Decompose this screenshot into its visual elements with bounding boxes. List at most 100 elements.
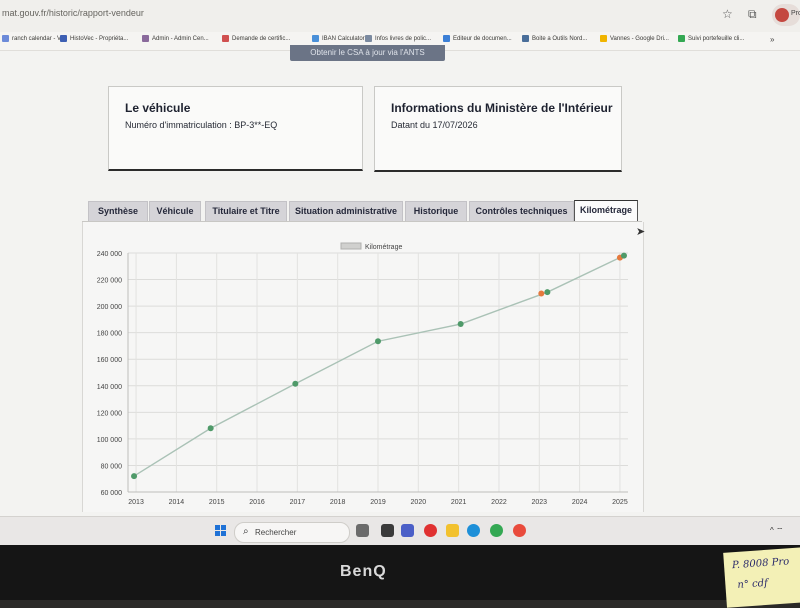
mouse-cursor-icon: ➤ (636, 226, 646, 238)
y-tick-label: 200 000 (97, 304, 122, 311)
legend-label: Kilométrage (365, 244, 402, 251)
chrome-alt-icon[interactable] (513, 524, 526, 537)
bookmark-item[interactable]: IBAN Calculator (312, 35, 365, 42)
ministry-card: Informations du Ministère de l'Intérieur… (374, 86, 622, 172)
bookmark-favicon-icon (443, 35, 450, 42)
ministry-date: Datant du 17/07/2026 (391, 120, 478, 130)
taskbar: ⌕ Rechercher ^ ⌔ (0, 516, 800, 545)
bookmark-label: Suivi portefeuille cli... (688, 35, 745, 42)
bookmark-favicon-icon (365, 35, 372, 42)
bookmark-label: Demande de certific... (232, 35, 291, 42)
bookmark-favicon-icon (312, 35, 319, 42)
mileage-chart-panel: 60 000 80 000 100 000 120 000 140 000 160 000… (82, 222, 644, 512)
x-tick-label: 2022 (491, 499, 507, 506)
x-tick-label: 2019 (370, 499, 386, 506)
system-tray-icon[interactable]: ^ ⌔ (770, 526, 784, 536)
bookmark-item[interactable]: Boite a Outils Nord... (522, 35, 587, 42)
bookmark-item[interactable]: Suivi portefeuille cli... (678, 35, 744, 42)
vehicle-card-title: Le véhicule (125, 101, 191, 115)
opera-icon[interactable] (424, 524, 437, 537)
bookmark-favicon-icon (678, 35, 685, 42)
page-content: Obtenir le CSA à jour via l'ANTS Le véhi… (0, 45, 800, 516)
x-tick-label: 2018 (330, 499, 346, 506)
file-explorer-icon[interactable] (446, 524, 459, 537)
mileage-series-line (133, 255, 625, 477)
y-tick-label: 120 000 (97, 410, 122, 417)
teams-icon[interactable] (401, 524, 414, 537)
mileage-data-point (457, 321, 464, 328)
x-tick-label: 2021 (451, 499, 467, 506)
x-tick-label: 2013 (128, 499, 144, 506)
bookmark-favicon-icon (60, 35, 67, 42)
task-view-icon[interactable] (356, 524, 369, 537)
y-tick-label: 220 000 (97, 278, 122, 285)
bookmark-label: IBAN Calculator (322, 35, 365, 42)
y-tick-label: 180 000 (97, 331, 122, 338)
x-tick-label: 2024 (572, 499, 588, 506)
bookmark-favicon-icon (2, 35, 9, 42)
bookmark-label: HistoVec - Propriéta... (70, 35, 129, 42)
screen: mat.gouv.fr/historic/rapport-vendeur ☆ ⧉… (0, 0, 800, 545)
sticky-note: P. 8008 Pro n° cdf (723, 547, 800, 608)
x-tick-label: 2023 (532, 499, 548, 506)
bookmark-item[interactable]: ranch calendar - V... (2, 35, 65, 42)
extensions-icon[interactable]: ⧉ (748, 7, 757, 22)
bookmark-item[interactable]: Admin - Admin Cen... (142, 35, 209, 42)
bookmark-favicon-icon (522, 35, 529, 42)
browser-address-bar[interactable]: mat.gouv.fr/historic/rapport-vendeur ☆ ⧉… (0, 0, 800, 33)
bookmark-item[interactable]: Vannes - Google Dri... (600, 35, 669, 42)
bookmark-label: ranch calendar - V... (12, 35, 66, 42)
note-line-2: n° cdf (737, 577, 769, 591)
y-tick-label: 240 000 (97, 251, 122, 258)
taskbar-search[interactable]: ⌕ Rechercher (234, 522, 350, 543)
mileage-data-point (131, 473, 138, 480)
vehicle-card: Le véhicule Numéro d'immatriculation : B… (108, 86, 363, 171)
tab-6[interactable]: Kilométrage (574, 200, 638, 222)
y-tick-label: 140 000 (97, 384, 122, 391)
x-tick-label: 2014 (169, 499, 185, 506)
bookmark-item[interactable]: Demande de certific... (222, 35, 290, 42)
start-icon-tile (215, 525, 220, 530)
tab-0[interactable]: Synthèse (88, 201, 148, 221)
taskbar-search-placeholder: Rechercher (255, 528, 297, 537)
search-icon: ⌕ (243, 526, 249, 537)
tab-4[interactable]: Historique (405, 201, 467, 221)
legend-swatch (340, 242, 362, 250)
url-text[interactable]: mat.gouv.fr/historic/rapport-vendeur (2, 8, 144, 18)
windows-start-button[interactable] (215, 525, 227, 537)
profile-avatar[interactable]: Pro (772, 4, 800, 26)
x-tick-label: 2015 (209, 499, 225, 506)
start-icon-tile (215, 531, 220, 536)
csa-button[interactable]: Obtenir le CSA à jour via l'ANTS (290, 45, 445, 61)
mileage-data-point (620, 252, 627, 259)
bookmark-label: Infos livres de polic... (375, 35, 432, 42)
x-tick-label: 2017 (290, 499, 306, 506)
y-tick-label: 60 000 (101, 490, 123, 497)
y-tick-label: 100 000 (97, 437, 122, 444)
y-tick-label: 80 000 (101, 463, 123, 470)
tab-5[interactable]: Contrôles techniques (469, 201, 574, 221)
bookmark-label: Admin - Admin Cen... (152, 35, 209, 42)
bookmark-label: Boite a Outils Nord... (532, 35, 588, 42)
start-icon-tile (221, 531, 226, 536)
monitor-bezel (0, 545, 800, 600)
profile-label: Pro (791, 10, 800, 17)
edge-icon[interactable] (467, 524, 480, 537)
tab-2[interactable]: Titulaire et Titre (205, 201, 287, 221)
avatar-icon (775, 8, 789, 22)
bookmarks-overflow-icon[interactable]: » (770, 35, 774, 44)
widgets-icon[interactable] (381, 524, 394, 537)
tab-3[interactable]: Situation administrative (289, 201, 403, 221)
chrome-icon[interactable] (490, 524, 503, 537)
mileage-chart: 60 000 80 000 100 000 120 000 140 000 160 000… (97, 242, 628, 506)
mileage-data-point (375, 338, 381, 345)
mileage-data-point (544, 289, 551, 296)
ministry-card-title: Informations du Ministère de l'Intérieur (391, 101, 613, 115)
y-tick-label: 160 000 (97, 357, 122, 364)
bookmark-item[interactable]: Infos livres de polic... (365, 35, 431, 42)
star-icon[interactable]: ☆ (722, 7, 733, 21)
tab-1[interactable]: Véhicule (149, 201, 201, 221)
mileage-data-point (207, 425, 214, 432)
bookmark-item[interactable]: HistoVec - Propriéta... (60, 35, 128, 42)
bookmark-item[interactable]: Editeur de documen... (443, 35, 512, 42)
